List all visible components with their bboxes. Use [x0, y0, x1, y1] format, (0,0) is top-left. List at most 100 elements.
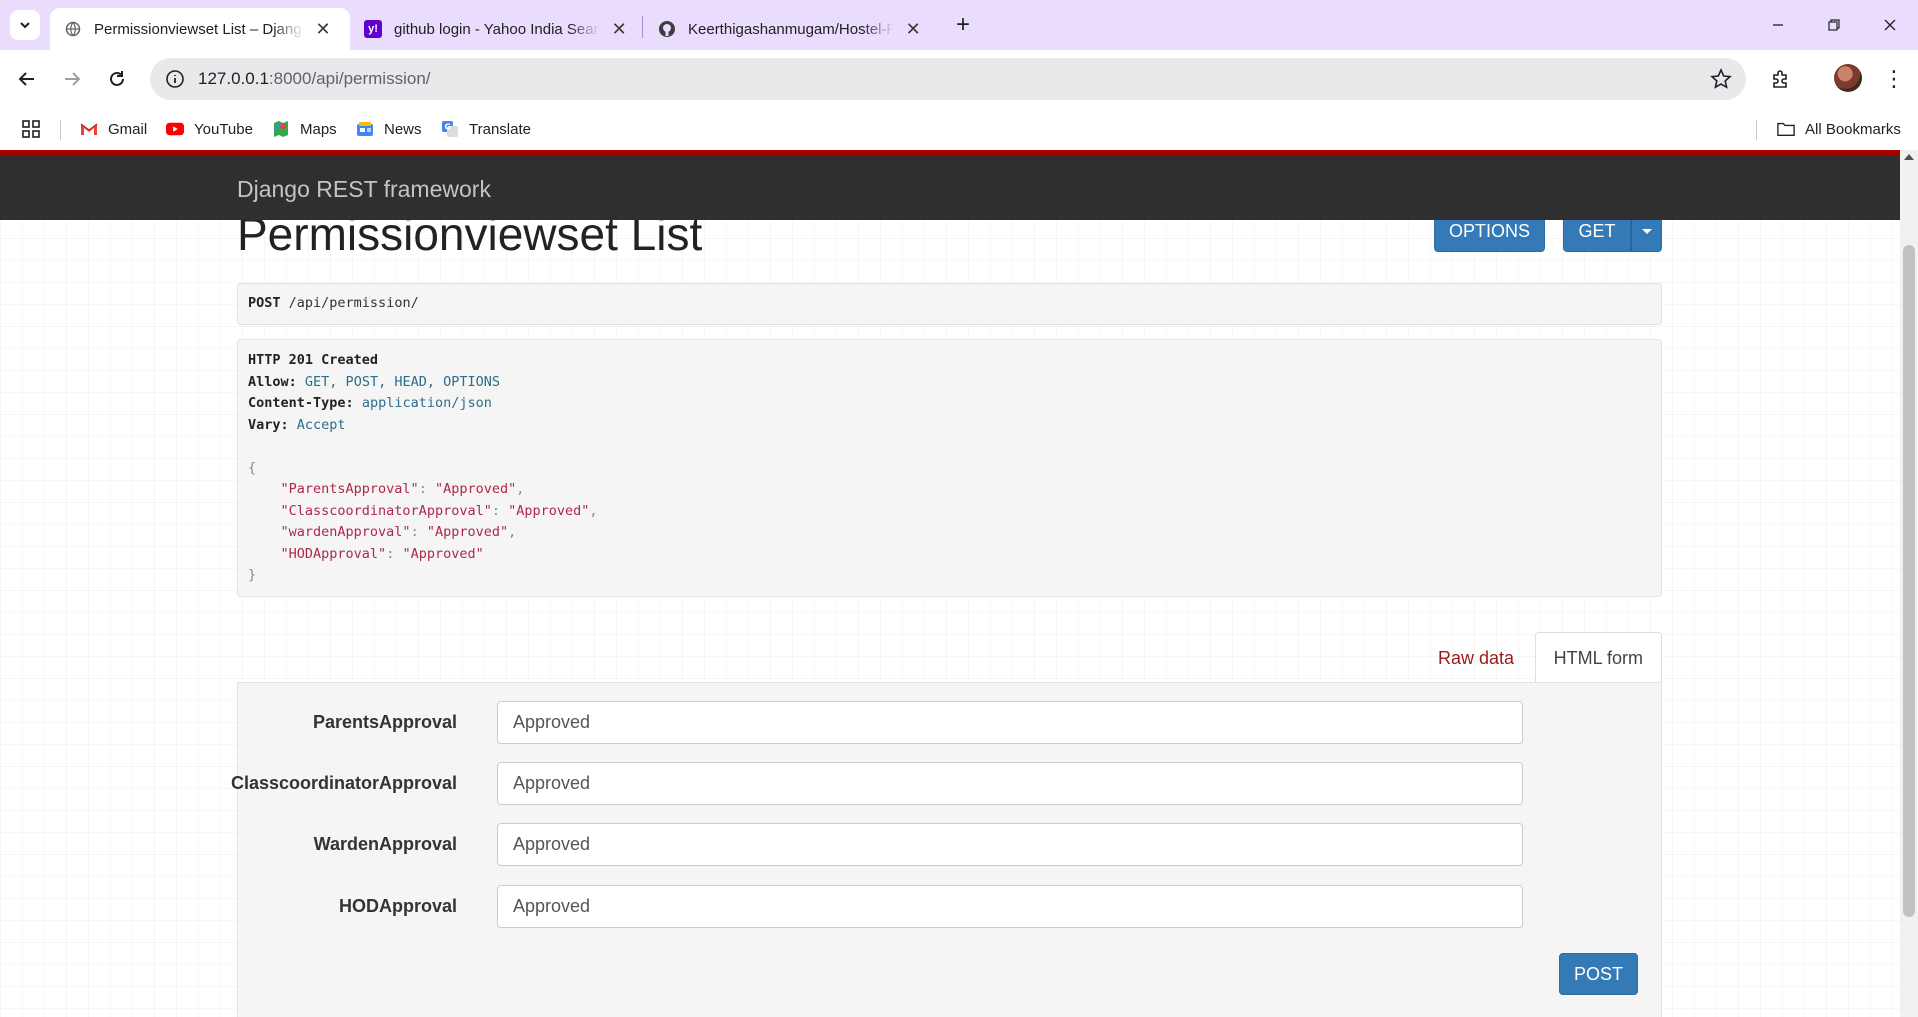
- json-key: "ClasscoordinatorApproval": [280, 502, 492, 519]
- tab-divider: [642, 16, 643, 38]
- back-button[interactable]: [12, 64, 42, 94]
- all-bookmarks-button[interactable]: All Bookmarks: [1777, 118, 1901, 140]
- json-value: "Approved": [434, 481, 517, 497]
- bookmark-news[interactable]: News: [356, 118, 422, 140]
- browser-tab-active[interactable]: Permissionviewset List – Django REST fra…: [50, 8, 350, 50]
- tab-strip: Permissionviewset List – Django REST fra…: [0, 0, 1918, 50]
- apps-grid-icon: [22, 120, 40, 138]
- browser-tab[interactable]: Keerthigashanmugam/Hostel-Permission ✕: [644, 8, 936, 50]
- close-icon[interactable]: ✕: [610, 19, 628, 40]
- scroll-thumb[interactable]: [1903, 245, 1915, 917]
- header-name: Allow:: [248, 373, 297, 390]
- header-value: GET, POST, HEAD, OPTIONS: [304, 373, 500, 390]
- browser-menu-button[interactable]: ⋮: [1880, 64, 1908, 94]
- field-label-parents-approval: ParentsApproval: [312, 712, 457, 732]
- page-scrollbar[interactable]: [1900, 150, 1918, 1017]
- plus-icon: +: [955, 11, 970, 38]
- address-bar[interactable]: 127.0.0.1:8000/api/permission/: [150, 58, 1746, 100]
- bookmark-youtube[interactable]: YouTube: [166, 118, 253, 140]
- content-tabs: Raw data HTML form: [237, 632, 1662, 685]
- json-value: "Approved": [402, 545, 484, 562]
- request-info: POST /api/permission/: [237, 283, 1662, 325]
- parents-approval-input[interactable]: [497, 701, 1523, 744]
- scroll-up-icon[interactable]: [1904, 154, 1914, 160]
- chevron-down-icon: [20, 22, 30, 29]
- new-tab-button[interactable]: +: [948, 10, 978, 40]
- youtube-icon: [166, 120, 184, 138]
- url-text: 127.0.0.1:8000/api/permission/: [198, 69, 431, 89]
- classcoordinator-approval-input[interactable]: [497, 762, 1523, 805]
- bookmark-translate[interactable]: G Translate: [441, 118, 531, 140]
- bookmark-star-icon[interactable]: [1710, 68, 1732, 90]
- browser-tab[interactable]: y! github login - Yahoo India Search Res…: [350, 8, 642, 50]
- field-label-hod-approval: HODApproval: [338, 896, 457, 916]
- json-separator: ,: [589, 502, 598, 519]
- tab-title: github login - Yahoo India Search Result…: [394, 20, 600, 38]
- arrow-right-icon: [65, 72, 81, 86]
- bookmark-label: Translate: [469, 120, 531, 138]
- caret-down-icon: [1641, 228, 1652, 234]
- reload-icon: [110, 71, 124, 86]
- post-form: ParentsApproval ClasscoordinatorApproval…: [231, 682, 1662, 1017]
- header-value: Accept: [296, 416, 346, 433]
- header-name: Vary:: [248, 416, 289, 433]
- navbar-brand[interactable]: Django REST framework: [237, 176, 491, 203]
- forward-button[interactable]: [57, 64, 87, 94]
- json-separator: ,: [508, 524, 517, 540]
- tab-search-button[interactable]: [10, 10, 40, 40]
- bookmarks-bar: Gmail YouTube Maps News G Translate All …: [0, 108, 1918, 150]
- gmail-icon: [80, 120, 98, 138]
- json-open-brace: {: [248, 459, 257, 476]
- json-close-brace: }: [248, 567, 257, 583]
- json-line: "wardenApproval": "Approved",: [280, 524, 517, 540]
- response-header: Content-Type: application/json: [248, 393, 1651, 415]
- url-host: 127.0.0.1: [198, 69, 269, 88]
- close-icon[interactable]: ✕: [314, 19, 332, 40]
- page-viewport: Permissionviewset List OPTIONS GET POST …: [0, 150, 1918, 1017]
- json-value: "Approved": [508, 502, 590, 519]
- tab-title: Permissionviewset List – Django REST fra…: [94, 20, 304, 38]
- browser-toolbar: 127.0.0.1:8000/api/permission/ ⋮: [0, 50, 1918, 108]
- restore-button[interactable]: [1806, 0, 1862, 50]
- json-key: "HODApproval": [280, 545, 387, 562]
- github-icon: [658, 20, 676, 38]
- bookmark-gmail[interactable]: Gmail: [80, 118, 147, 140]
- json-key: "wardenApproval": [280, 524, 411, 540]
- more-vert-icon: ⋮: [1883, 66, 1905, 91]
- hod-approval-input[interactable]: [497, 885, 1523, 928]
- post-submit-button[interactable]: POST: [1559, 953, 1638, 995]
- warden-approval-input[interactable]: [497, 823, 1523, 866]
- minimize-icon: [1773, 24, 1783, 26]
- profile-avatar[interactable]: [1834, 64, 1862, 92]
- close-icon[interactable]: ✕: [904, 19, 922, 40]
- bookmark-label: YouTube: [194, 120, 253, 138]
- apps-button[interactable]: [22, 118, 40, 140]
- response-info: HTTP 201 Created Allow: GET, POST, HEAD,…: [237, 339, 1662, 597]
- translate-icon: G: [441, 120, 459, 138]
- reload-button[interactable]: [102, 64, 132, 94]
- field-label-classcoordinator-approval: ClasscoordinatorApproval: [230, 773, 457, 793]
- tab-raw-data[interactable]: Raw data: [1420, 632, 1532, 684]
- site-info-icon[interactable]: [164, 68, 186, 90]
- extensions-button[interactable]: [1766, 64, 1796, 94]
- globe-icon: [64, 20, 82, 38]
- json-separator: ,: [516, 481, 525, 497]
- arrow-left-icon: [18, 72, 34, 86]
- tab-html-form[interactable]: HTML form: [1534, 632, 1662, 685]
- tab-title: Keerthigashanmugam/Hostel-Permission: [688, 20, 895, 38]
- json-key: "ParentsApproval": [280, 481, 419, 497]
- folder-icon: [1777, 120, 1795, 138]
- json-line: "ParentsApproval": "Approved",: [280, 481, 525, 497]
- bookmarks-divider: [1756, 120, 1757, 140]
- bookmark-maps[interactable]: Maps: [272, 118, 337, 140]
- minimize-button[interactable]: [1750, 0, 1806, 50]
- response-status: HTTP 201 Created: [248, 352, 379, 368]
- header-value: application/json: [361, 395, 492, 411]
- puzzle-icon: [1773, 70, 1787, 88]
- request-method: POST: [248, 295, 281, 311]
- maps-icon: [272, 120, 290, 138]
- response-header: Vary: Accept: [248, 415, 1651, 437]
- json-value: "Approved": [426, 524, 509, 540]
- close-window-button[interactable]: [1862, 0, 1918, 50]
